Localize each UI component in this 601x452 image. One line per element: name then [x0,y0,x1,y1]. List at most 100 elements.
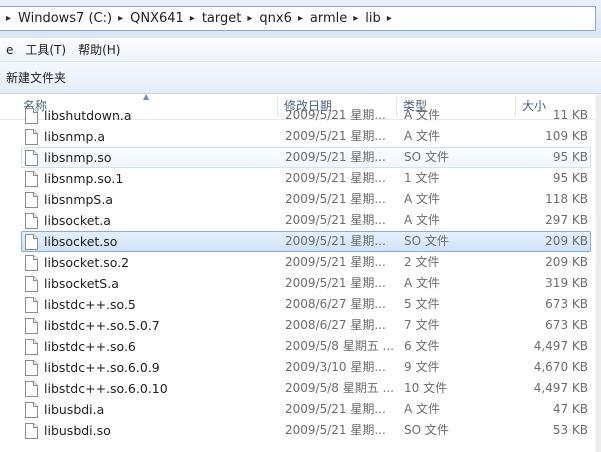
file-row[interactable]: libusbdi.so 2009/5/21 星期... SO 文件 53 KB [21,420,591,441]
file-icon [25,276,38,292]
breadcrumb-item[interactable]: ▸ armle [292,11,347,26]
address-bar-area: ▸ Windows7 (C:) ▸ QNX641 ▸ target ▸ qnx6 ▸ armle ▸… [0,0,601,38]
file-row[interactable]: libstdc++.so.6.0.10 2009/5/8 星期五 ... 10 文件… [21,378,591,399]
file-name: libstdc++.so.6 [44,339,136,354]
file-size: 673 KB [545,297,588,311]
file-type: SO 文件 [404,150,449,164]
file-type: 5 文件 [404,297,440,311]
file-type: 9 文件 [404,360,440,374]
breadcrumb[interactable]: ▸ Windows7 (C:) ▸ QNX641 ▸ target ▸ qnx6 ▸ armle ▸… [0,6,596,31]
file-type: 1 文件 [404,171,440,185]
file-date: 2008/6/27 星期... [285,318,386,332]
file-type: 6 文件 [404,339,440,353]
file-row[interactable]: libstdc++.so.5 2008/6/27 星期... 5 文件 673 KB [21,294,591,315]
file-size: 11 KB [552,108,588,122]
chevron-right-icon[interactable]: ▸ [112,13,130,24]
chevron-right-icon[interactable]: ▸ [241,13,259,24]
chevron-right-icon[interactable]: ▸ [381,13,399,24]
file-icon [25,402,38,418]
file-name: libusbdi.so [44,423,111,438]
file-icon [25,255,38,271]
file-size: 118 KB [545,192,588,206]
file-date: 2009/5/21 星期... [285,255,386,269]
file-size: 95 KB [552,150,588,164]
file-row[interactable]: libsocketS.a 2009/5/21 星期... A 文件 319 KB [21,273,591,294]
menu-help[interactable]: 帮助(H) [72,41,126,58]
breadcrumb-item[interactable]: ▸ QNX641 [112,11,184,26]
file-row[interactable]: libstdc++.so.6 2009/5/8 星期五 ... 6 文件 4,497 … [21,336,591,357]
file-date: 2009/5/8 星期五 ... [285,381,394,395]
file-size: 109 KB [545,129,588,143]
breadcrumb-item[interactable]: ▸ qnx6 [241,11,292,26]
file-row[interactable]: libsocket.a 2009/5/21 星期... A 文件 297 KB [21,210,591,231]
file-row[interactable]: libsocket.so.2 2009/5/21 星期... 2 文件 209 KB [21,252,591,273]
file-name: libsnmp.so.1 [44,171,124,186]
file-icon [25,213,38,229]
file-row[interactable]: libstdc++.so.5.0.7 2008/6/27 星期... 7 文件 673… [21,315,591,336]
chevron-right-icon[interactable]: ▸ [347,13,365,24]
file-size: 4,497 KB [533,339,588,353]
file-icon [25,108,38,124]
file-name: libstdc++.so.5 [44,297,136,312]
file-row[interactable]: libsnmp.a 2009/5/21 星期... A 文件 109 KB [21,126,591,147]
file-row[interactable]: libusbdi.a 2009/5/21 星期... A 文件 47 KB [21,399,591,420]
file-row[interactable]: libshutdown.a 2009/5/21 星期... A 文件 11 KB [21,105,591,126]
file-name: libstdc++.so.6.0.9 [44,360,160,375]
breadcrumb-label: QNX641 [130,11,184,26]
menu-view-partial[interactable]: e [0,43,19,57]
file-row[interactable]: libsnmp.so 2009/5/21 星期... SO 文件 95 KB [21,147,591,168]
file-size: 53 KB [552,423,588,437]
file-icon [25,171,38,187]
file-name: libsocket.a [44,213,111,228]
file-name: libsocketS.a [44,276,119,291]
breadcrumb-label: target [201,11,242,26]
breadcrumb-label: Windows7 (C:) [18,11,113,26]
breadcrumb-label: lib [365,11,381,26]
chevron-right-icon[interactable]: ▸ [184,13,202,24]
file-icon [25,381,38,397]
file-date: 2009/5/8 星期五 ... [285,339,394,353]
file-date: 2009/5/21 星期... [285,234,386,248]
file-type: A 文件 [404,276,441,290]
file-list: ▲ 名称 修改日期 类型 大小 libshutdown.a 2009/5/21 星… [0,94,601,452]
file-date: 2009/5/21 星期... [285,171,386,185]
menu-bar: e 工具(T) 帮助(H) [0,38,601,62]
file-date: 2009/5/21 星期... [285,108,386,122]
file-date: 2009/5/21 星期... [285,423,386,437]
file-name: libsnmp.a [44,129,106,144]
new-folder-button[interactable]: 新建文件夹 [0,69,72,86]
file-date: 2009/5/21 星期... [285,150,386,164]
menu-tools[interactable]: 工具(T) [19,41,72,58]
file-type: A 文件 [404,192,441,206]
file-row[interactable]: libsocket.so 2009/5/21 星期... SO 文件 209 KB [21,231,591,252]
file-size: 4,670 KB [533,360,588,374]
file-icon [25,318,38,334]
file-size: 4,497 KB [533,381,588,395]
file-name: libstdc++.so.5.0.7 [44,318,160,333]
file-icon [25,192,38,208]
chevron-right-icon[interactable]: ▸ [292,13,310,24]
file-name: libstdc++.so.6.0.10 [44,381,168,396]
file-icon [25,423,38,439]
file-date: 2009/5/21 星期... [285,276,386,290]
file-type: 10 文件 [404,381,448,395]
breadcrumb-item[interactable]: ▸ target [184,11,242,26]
vertical-scrollbar[interactable] [596,94,601,452]
command-toolbar: 新建文件夹 [0,62,601,94]
file-date: 2009/5/21 星期... [285,402,386,416]
file-type: A 文件 [404,129,441,143]
file-size: 673 KB [545,318,588,332]
file-date: 2008/6/27 星期... [285,297,386,311]
file-icon [25,297,38,313]
chevron-right-icon[interactable]: ▸ [0,13,18,24]
breadcrumb-item[interactable]: ▸ Windows7 (C:) [0,11,112,26]
file-type: 2 文件 [404,255,440,269]
file-type: SO 文件 [404,423,449,437]
file-row[interactable]: libsnmp.so.1 2009/5/21 星期... 1 文件 95 KB [21,168,591,189]
file-row[interactable]: libsnmpS.a 2009/5/21 星期... A 文件 118 KB [21,189,591,210]
file-size: 297 KB [545,213,588,227]
file-icon [25,129,38,145]
breadcrumb-item[interactable]: ▸ lib [347,11,381,26]
file-date: 2009/5/21 星期... [285,129,386,143]
file-row[interactable]: libstdc++.so.6.0.9 2009/3/10 星期... 9 文件 4,6… [21,357,591,378]
